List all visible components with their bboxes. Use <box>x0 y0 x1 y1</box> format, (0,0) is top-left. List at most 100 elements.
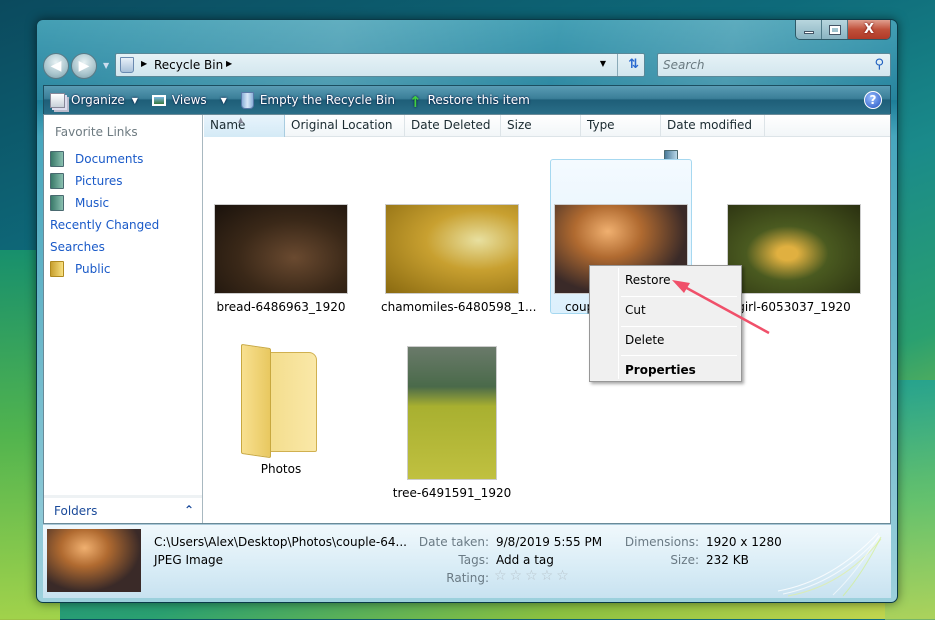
size-value: 232 KB <box>706 553 749 567</box>
menu-item-cut[interactable]: Cut <box>592 298 739 326</box>
tags-value[interactable]: Add a tag <box>496 553 554 567</box>
column-header-type[interactable]: Type <box>581 115 661 137</box>
thumbnail <box>727 204 861 294</box>
thumbnail <box>407 346 497 480</box>
organize-button[interactable]: Organize ▼ <box>50 92 138 108</box>
file-name: bread-6486963_1920 <box>216 300 346 314</box>
restore-arrow-icon: ↑ <box>409 92 422 111</box>
breadcrumb-separator-icon[interactable]: ▶ <box>141 59 147 68</box>
file-name: tree-6491591_1920 <box>392 486 512 500</box>
folders-label: Folders <box>54 503 98 518</box>
menu-separator <box>621 326 737 327</box>
thumbnail <box>214 204 348 294</box>
column-headers: ▲ Name Original Location Date Deleted Siz… <box>204 115 890 137</box>
close-icon: X <box>863 22 875 37</box>
file-name: chamomiles-6480598_1... <box>381 300 537 314</box>
menu-separator <box>621 355 737 356</box>
music-icon <box>50 195 64 211</box>
public-folder-icon <box>50 261 64 277</box>
restore-this-item-button[interactable]: ↑ Restore this item <box>409 92 530 111</box>
folder-icon <box>241 343 321 459</box>
caption-buttons: X <box>795 20 891 40</box>
sidebar-item-recently-changed[interactable]: Recently Changed <box>50 150 678 236</box>
details-pane: C:\Users\Alex\Desktop\Photos\couple-64..… <box>43 524 891 598</box>
details-thumbnail <box>47 529 141 592</box>
empty-recycle-bin-button[interactable]: Empty the Recycle Bin <box>240 91 395 109</box>
sidebar-item-label: Pictures <box>75 174 123 188</box>
recent-pages-dropdown[interactable]: ▼ <box>103 61 109 70</box>
sidebar-item-label: Music <box>75 196 110 210</box>
file-item[interactable]: tree-6491591_1920 <box>381 346 523 500</box>
maximize-icon <box>828 24 841 35</box>
sidebar-item-public[interactable]: Public <box>50 258 159 280</box>
close-button[interactable]: X <box>848 20 890 39</box>
navigation-pane: Favorite Links Documents Pictures Music … <box>44 115 678 523</box>
address-bar[interactable]: ▶ Recycle Bin ▶ ▼ ⇅ <box>115 53 645 77</box>
folders-toggle[interactable]: Folders ⌃ <box>44 495 202 523</box>
minimize-button[interactable] <box>796 20 822 39</box>
sidebar-item-documents[interactable]: Documents <box>50 148 159 170</box>
rating-stars[interactable]: ☆☆☆☆☆ <box>494 568 572 584</box>
vista-swoosh-decoration <box>777 532 882 597</box>
sort-ascending-icon: ▲ <box>238 116 244 124</box>
menu-item-delete[interactable]: Delete <box>592 328 739 356</box>
tags-label: Tags: <box>458 553 489 567</box>
organize-icon <box>50 92 65 108</box>
command-toolbar: Organize ▼ Views ▼ Empty the Recycle Bin… <box>43 85 891 114</box>
chevron-down-icon: ▼ <box>220 95 227 105</box>
search-box[interactable]: ⚲ <box>657 53 891 77</box>
address-dropdown-icon[interactable]: ▼ <box>600 59 606 68</box>
column-header-name[interactable]: ▲ Name <box>204 115 285 137</box>
file-item[interactable]: chamomiles-6480598_1... <box>381 204 537 314</box>
menu-separator <box>621 296 737 297</box>
date-taken-label: Date taken: <box>418 535 489 549</box>
recycle-bin-icon <box>120 57 134 73</box>
sidebar-item-label: Public <box>75 262 111 276</box>
menu-item-properties[interactable]: Properties <box>592 358 739 386</box>
sidebar-item-label: Documents <box>75 152 144 166</box>
address-divider <box>617 54 618 76</box>
dimensions-value: 1920 x 1280 <box>706 535 782 549</box>
favorite-links-list: Documents Pictures Music Recently Change… <box>50 148 678 280</box>
help-button[interactable]: ? <box>864 91 882 109</box>
file-item[interactable]: girl-6053037_1920 <box>723 204 865 314</box>
sidebar-item-pictures[interactable]: Pictures <box>50 170 159 192</box>
sidebar-item-searches[interactable]: Searches <box>50 150 678 258</box>
documents-icon <box>50 151 64 167</box>
menu-item-restore[interactable]: Restore <box>592 268 739 296</box>
column-header-date-modified[interactable]: Date modified <box>661 115 765 137</box>
context-menu: Restore Cut Delete Properties <box>589 265 742 382</box>
sidebar-item-music[interactable]: Music <box>50 192 159 214</box>
favorite-links-heading: Favorite Links <box>55 125 138 139</box>
sidebar-item-label: Searches <box>50 240 105 254</box>
help-icon: ? <box>869 93 877 107</box>
refresh-icon[interactable]: ⇅ <box>628 57 639 72</box>
details-type: JPEG Image <box>154 553 224 567</box>
forward-button[interactable]: ▶ <box>71 53 97 79</box>
column-header-original-location[interactable]: Original Location <box>285 115 405 137</box>
folder-item[interactable]: Photos <box>210 343 352 476</box>
navigation-bar: ◀ ▶ ▼ ▶ Recycle Bin ▶ ▼ ⇅ ⚲ <box>43 51 891 79</box>
organize-label: Organize <box>71 93 125 107</box>
sidebar-item-label: Recently Changed <box>50 218 160 232</box>
back-button[interactable]: ◀ <box>43 53 69 79</box>
rating-label: Rating: <box>446 571 489 585</box>
forward-arrow-icon: ▶ <box>78 58 90 74</box>
recycle-bin-icon <box>240 91 254 109</box>
maximize-button[interactable] <box>822 20 848 39</box>
explorer-window: X ◀ ▶ ▼ ▶ Recycle Bin ▶ ▼ ⇅ ⚲ Organize ▼… <box>36 19 898 603</box>
restore-this-item-label: Restore this item <box>427 93 530 107</box>
file-name: girl-6053037_1920 <box>737 300 851 314</box>
breadcrumb-chevron-icon[interactable]: ▶ <box>226 59 232 68</box>
views-label: Views <box>171 93 207 107</box>
search-input[interactable] <box>658 54 858 76</box>
folder-name: Photos <box>260 462 302 476</box>
minimize-icon <box>803 31 814 34</box>
breadcrumb-recycle-bin[interactable]: Recycle Bin <box>154 58 223 72</box>
views-button[interactable]: Views ▼ <box>151 93 227 107</box>
column-header-size[interactable]: Size <box>501 115 581 137</box>
search-icon[interactable]: ⚲ <box>874 57 884 72</box>
thumbnail <box>385 204 519 294</box>
file-item[interactable]: bread-6486963_1920 <box>210 204 352 314</box>
column-header-date-deleted[interactable]: Date Deleted <box>405 115 501 137</box>
